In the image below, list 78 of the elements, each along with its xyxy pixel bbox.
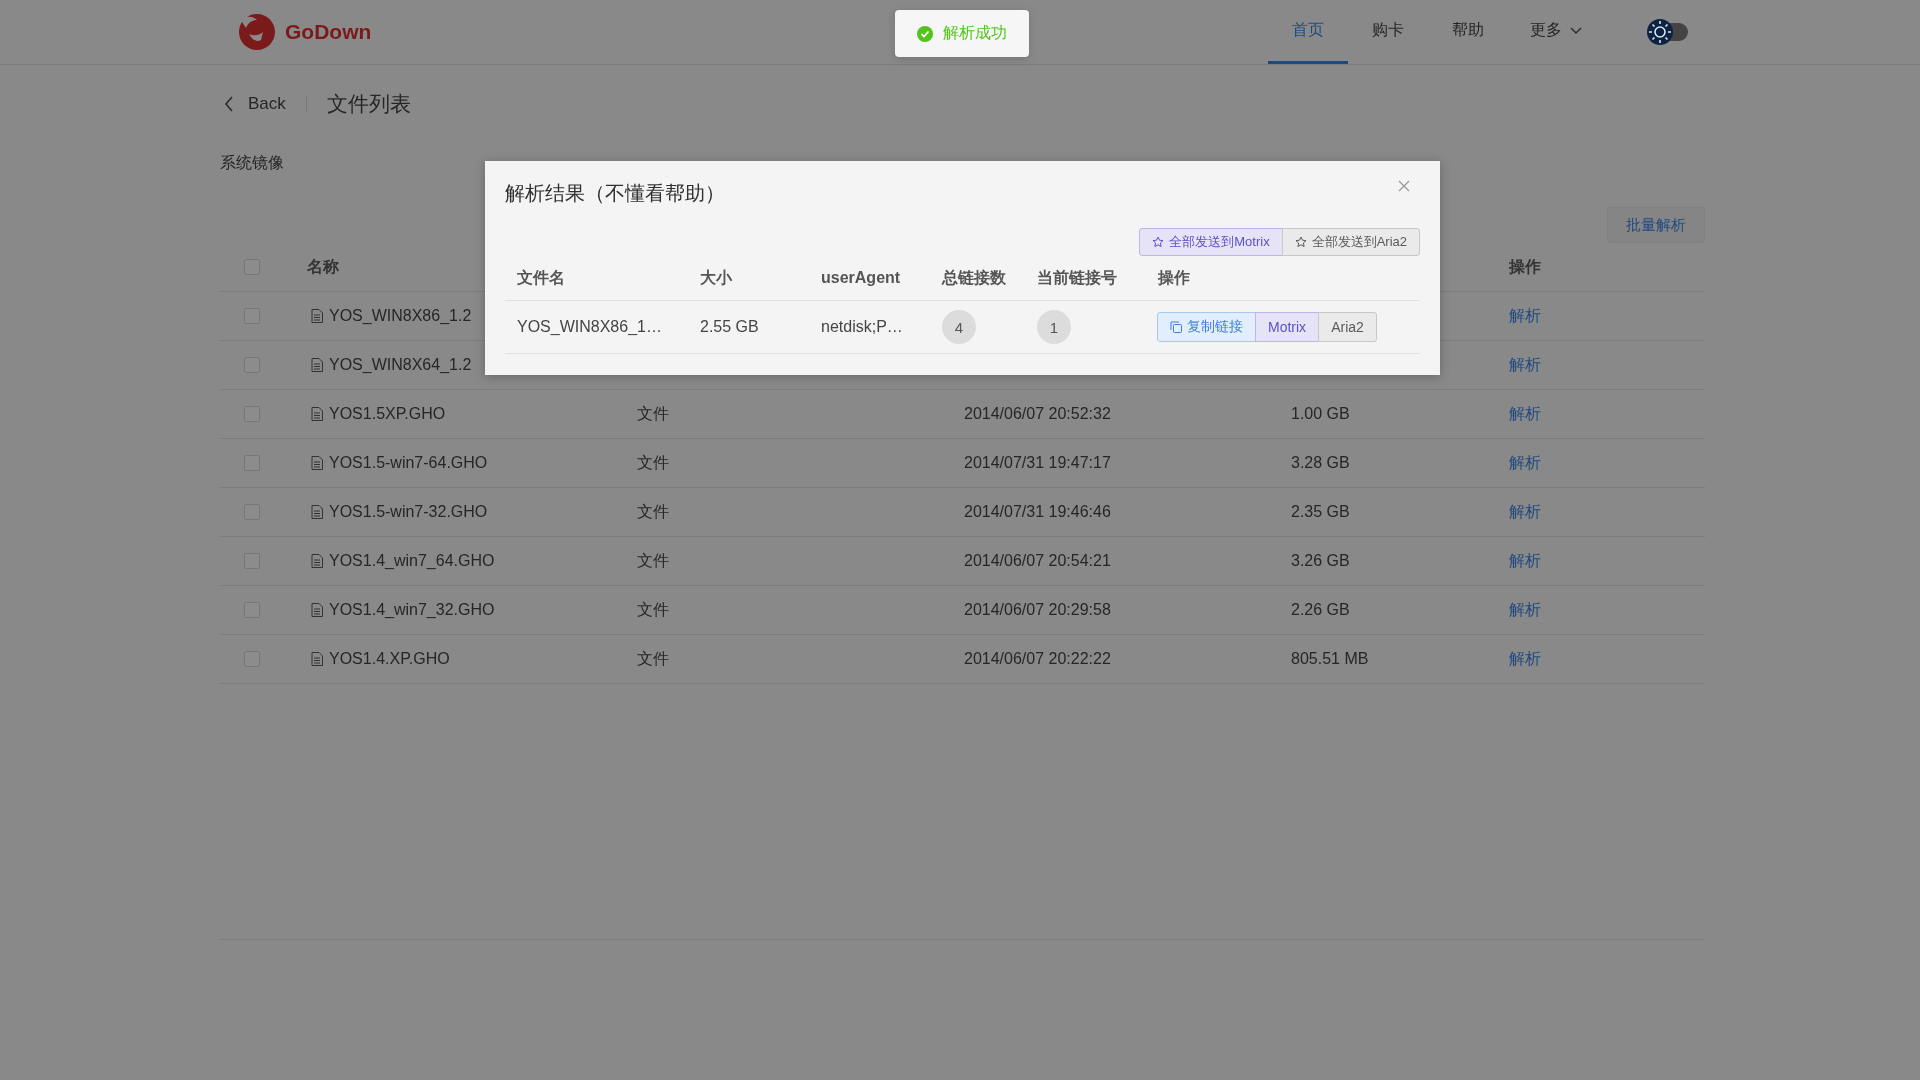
theme-toggle-icon[interactable] [1646, 18, 1690, 46]
table-cell-text: 文件 [637, 403, 669, 424]
table-cell: 2014/06/07 20:54:21 [964, 552, 1111, 570]
parse-link[interactable]: 解析 [1509, 452, 1541, 474]
file-icon [311, 554, 323, 568]
file-name: YOS1.5-win7-32.GHO [329, 503, 488, 521]
file-name: YOS1.4_win7_32.GHO [329, 601, 495, 619]
file-name: YOS1.5XP.GHO [329, 405, 446, 423]
send-button[interactable]: 全部发送到Motrix [1139, 228, 1283, 256]
table-cell: netdisk;P… [821, 318, 903, 336]
table-cell-text: 文件 [637, 648, 669, 669]
table-cell: YOS_WIN8X86_1… [517, 318, 662, 336]
column-header: 当前链接号 [1037, 267, 1117, 288]
file-icon [311, 505, 323, 519]
table-cell: 2.35 GB [1291, 503, 1350, 521]
logo-text: GoDown [285, 20, 372, 44]
file-name: YOS_WIN8X86_1.2 [329, 307, 472, 325]
parse-link[interactable]: 解析 [1509, 501, 1541, 523]
chevron-left-icon [224, 96, 234, 112]
file-name: YOS1.5-win7-64.GHO [329, 454, 488, 472]
file-icon [311, 456, 323, 470]
dialog-title: 解析结果（不懂看帮助） [505, 180, 725, 206]
table-cell: 3.26 GB [1291, 552, 1350, 570]
folder-label: 系统镜像 [220, 153, 285, 173]
copy-icon [1170, 321, 1182, 333]
parse-link[interactable]: 解析 [1509, 648, 1541, 670]
file-icon [311, 603, 323, 617]
table-cell-text: 文件 [637, 599, 669, 620]
page-title: 文件列表 [326, 91, 411, 117]
table-cell-text: 文件 [637, 501, 669, 522]
table-cell: 2014/06/07 20:52:32 [964, 405, 1111, 423]
parse-link[interactable]: 解析 [1509, 550, 1541, 572]
table-cell: 2.26 GB [1291, 601, 1350, 619]
back-link[interactable]: Back [220, 94, 286, 114]
count-badge: 1 [1037, 310, 1071, 344]
column-header: userAgent [821, 269, 901, 287]
table-cell: 3.28 GB [1291, 454, 1350, 472]
parse-link[interactable]: 解析 [1509, 599, 1541, 621]
table-cell: 2014/07/31 19:46:46 [964, 503, 1111, 521]
copy-link-button[interactable]: 复制链接 [1157, 312, 1256, 342]
table-cell: 2.55 GB [700, 318, 759, 336]
send-button[interactable]: Motrix [1255, 312, 1320, 342]
star-icon [1152, 236, 1165, 248]
table-cell: 2014/07/31 19:47:17 [964, 454, 1111, 472]
nav-tab[interactable]: 首页 [1268, 0, 1348, 64]
file-icon [311, 309, 323, 323]
close-icon[interactable] [1398, 180, 1410, 192]
parse-link[interactable]: 解析 [1509, 354, 1541, 376]
column-header: 大小 [700, 267, 732, 288]
file-icon [311, 407, 323, 421]
send-button[interactable]: Aria2 [1318, 312, 1377, 342]
file-icon [311, 652, 323, 666]
send-button[interactable]: 全部发送到Aria2 [1281, 228, 1420, 256]
file-name: YOS_WIN8X64_1.2 [329, 356, 472, 374]
nav-tab[interactable]: 帮助 [1428, 0, 1508, 64]
count-badge: 4 [942, 310, 976, 344]
batch-parse-button[interactable]: 批量解析 [1607, 207, 1705, 243]
table-cell: 2014/06/07 20:29:58 [964, 601, 1111, 619]
column-header: 名称 [307, 256, 339, 277]
table-cell: 805.51 MB [1291, 650, 1369, 668]
toast-text: 解析成功 [943, 23, 1007, 43]
column-header: 操作 [1158, 267, 1190, 288]
nav-tab[interactable]: 更多 [1508, 0, 1604, 64]
column-header: 文件名 [517, 267, 565, 288]
table-cell: 2014/06/07 20:22:22 [964, 650, 1111, 668]
parse-link[interactable]: 解析 [1509, 305, 1541, 327]
table-cell-text: 文件 [637, 550, 669, 571]
check-circle-icon [917, 25, 933, 42]
column-header: 操作 [1509, 256, 1541, 277]
file-icon [311, 358, 323, 372]
file-name: YOS1.4_win7_64.GHO [329, 552, 495, 570]
file-name: YOS1.4.XP.GHO [329, 650, 450, 668]
parse-link[interactable]: 解析 [1509, 403, 1541, 425]
table-cell: 1.00 GB [1291, 405, 1350, 423]
nav-tab[interactable]: 购卡 [1348, 0, 1428, 64]
column-header: 总链接数 [942, 267, 1006, 288]
star-icon [1294, 236, 1307, 248]
table-cell-text: 文件 [637, 452, 669, 473]
